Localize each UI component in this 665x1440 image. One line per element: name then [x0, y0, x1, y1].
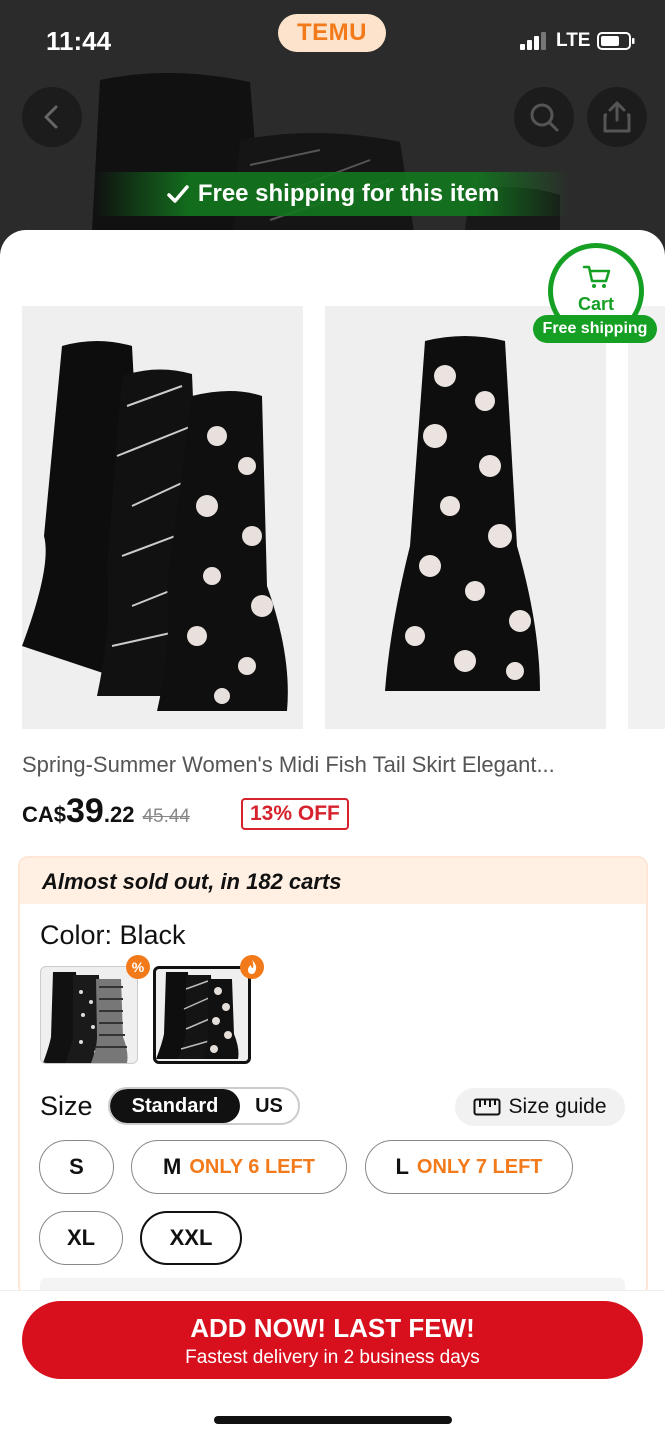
chevron-left-icon: [44, 105, 58, 129]
size-label: Size: [40, 1091, 93, 1121]
low-stock-note: ONLY 7 LEFT: [416, 1155, 543, 1178]
swatch-image-2: [156, 972, 239, 1059]
price-row: CA$ 39 .22 45.44: [22, 792, 190, 832]
cta-sub-label: Fastest delivery in 2 business days: [185, 1347, 480, 1368]
cart-icon: [582, 265, 611, 288]
network-label: LTE: [556, 30, 591, 51]
product-image-1[interactable]: [22, 306, 303, 729]
price-integer: 39: [66, 792, 104, 830]
product-image-3-peek[interactable]: [628, 306, 665, 729]
product-title[interactable]: Spring-Summer Women's Midi Fish Tail Ski…: [22, 752, 642, 778]
cart-label: Cart: [577, 294, 614, 314]
cta-main-label: ADD NOW! LAST FEW!: [190, 1313, 475, 1343]
ruler-icon: [473, 1098, 501, 1116]
size-guide-button[interactable]: Size guide: [455, 1088, 625, 1126]
color-label: Color: Black: [40, 920, 186, 950]
color-swatch-2-selected[interactable]: [153, 966, 251, 1064]
skirt-trio-image: [22, 341, 288, 711]
original-price: 45.44: [142, 806, 190, 827]
size-guide-label: Size guide: [508, 1095, 607, 1118]
flame-icon: [240, 955, 264, 979]
temu-logo: TEMU: [278, 14, 386, 52]
price-decimal: .22: [103, 802, 135, 827]
size-option-label: M: [163, 1154, 182, 1179]
share-icon: [603, 101, 631, 133]
battery-icon: [597, 32, 635, 50]
stock-alert-text: Almost sold out, in 182 carts: [42, 869, 342, 894]
price-currency: CA$: [22, 802, 67, 827]
size-option-label: XXL: [169, 1225, 213, 1250]
back-button[interactable]: [22, 87, 82, 147]
discount-percent-icon: %: [126, 955, 150, 979]
size-system-toggle[interactable]: Standard US: [108, 1087, 300, 1125]
signal-icon: [520, 32, 546, 50]
add-to-cart-button[interactable]: ADD NOW! LAST FEW! Fastest delivery in 2…: [22, 1301, 643, 1379]
size-option-xl[interactable]: XL: [39, 1211, 123, 1265]
free-shipping-banner: Free shipping for this item: [95, 172, 570, 216]
share-button[interactable]: [587, 87, 647, 147]
stock-alert: Almost sold out, in 182 carts: [20, 858, 646, 904]
status-time: 11:44: [46, 26, 112, 56]
size-system-standard[interactable]: Standard: [110, 1089, 240, 1123]
size-system-us[interactable]: US: [240, 1089, 298, 1123]
free-shipping-text: Free shipping for this item: [197, 180, 500, 207]
size-option-label: L: [395, 1154, 409, 1179]
size-option-label: S: [69, 1154, 84, 1179]
status-bar: 11:44 TEMU LTE: [0, 0, 665, 80]
swatch-image-1: [43, 972, 128, 1063]
color-swatch-1[interactable]: [40, 966, 138, 1064]
product-image-2[interactable]: [325, 306, 606, 729]
low-stock-note: ONLY 6 LEFT: [189, 1155, 315, 1178]
checkmark-icon: [167, 185, 189, 203]
floral-skirt-image: [385, 336, 540, 691]
size-option-xxl-selected[interactable]: XXL: [140, 1211, 242, 1265]
size-option-l[interactable]: L ONLY 7 LEFT: [365, 1140, 573, 1194]
cart-free-shipping-badge: Free shipping: [533, 315, 657, 343]
flame-glyph-icon: [248, 960, 257, 974]
size-option-m[interactable]: M ONLY 6 LEFT: [131, 1140, 347, 1194]
size-option-label: XL: [66, 1225, 96, 1250]
home-indicator[interactable]: [214, 1416, 452, 1424]
discount-badge: 13% OFF: [241, 798, 349, 830]
size-option-s[interactable]: S: [39, 1140, 114, 1194]
search-button[interactable]: [514, 87, 574, 147]
search-icon: [530, 103, 559, 132]
